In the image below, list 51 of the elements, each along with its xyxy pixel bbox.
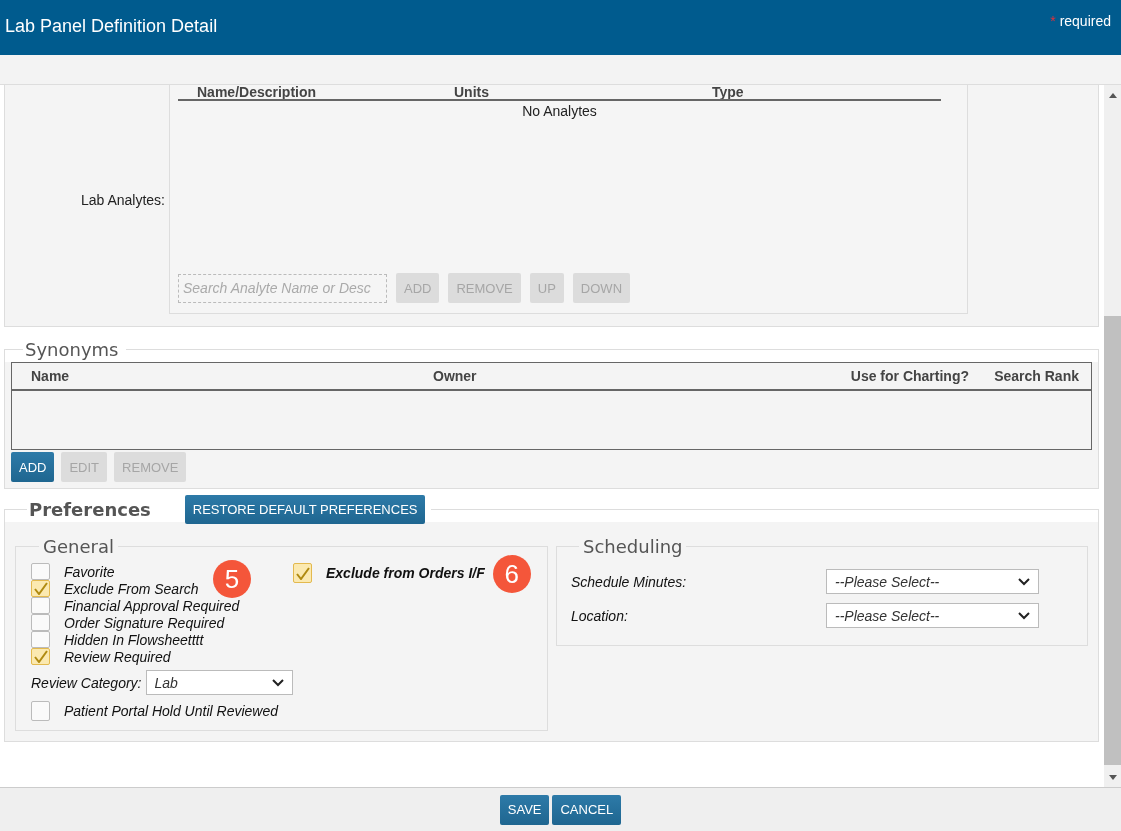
column-header: Units bbox=[454, 85, 490, 99]
option-label: Order Signature Required bbox=[64, 614, 225, 631]
chevron-down-icon bbox=[1018, 611, 1030, 620]
column-header: Search Rank bbox=[993, 369, 1080, 383]
section-title: General bbox=[42, 536, 115, 557]
field-label: Schedule Minutes: bbox=[571, 573, 687, 590]
option-label: Favorite bbox=[64, 563, 115, 580]
checkbox[interactable] bbox=[31, 631, 50, 648]
field-label: Lab Analytes: bbox=[79, 191, 166, 208]
scrollbar[interactable] bbox=[1104, 85, 1121, 787]
column-header: Use for Charting? bbox=[849, 369, 970, 383]
empty-message: No Analytes bbox=[521, 103, 598, 119]
action-button[interactable]: SAVE bbox=[499, 794, 550, 825]
checkbox[interactable] bbox=[293, 563, 312, 583]
action-button[interactable]: ADD bbox=[11, 452, 55, 482]
check-icon bbox=[33, 650, 48, 663]
section-title: Scheduling bbox=[582, 536, 684, 557]
callout-badge: 6 bbox=[492, 555, 531, 593]
chevron-down-icon bbox=[1018, 577, 1030, 586]
page-title: Lab Panel Definition Detail bbox=[5, 16, 218, 37]
chevron-down-icon bbox=[272, 678, 284, 687]
column-header: Name/Description bbox=[197, 85, 318, 99]
checkbox[interactable] bbox=[31, 580, 50, 597]
column-header: Type bbox=[712, 85, 745, 99]
option-label: Patient Portal Hold Until Reviewed bbox=[64, 703, 278, 719]
select-field[interactable]: --Please Select-- bbox=[826, 569, 1039, 594]
checkbox[interactable] bbox=[31, 563, 50, 580]
column-header: Name bbox=[31, 369, 71, 383]
option-label: Exclude From Search bbox=[64, 580, 199, 597]
check-icon bbox=[295, 566, 310, 580]
checkbox[interactable] bbox=[31, 614, 50, 631]
required-note: * required bbox=[1050, 13, 1111, 29]
restore-defaults-button[interactable]: RESTORE DEFAULT PREFERENCES bbox=[184, 495, 426, 524]
callout-badge: 5 bbox=[213, 560, 251, 598]
column-header: Owner bbox=[433, 369, 478, 383]
checkbox[interactable] bbox=[31, 701, 50, 721]
select-field[interactable]: Lab bbox=[145, 670, 293, 695]
scroll-down-icon[interactable] bbox=[1108, 774, 1117, 780]
option-label: Hidden In Flowsheetttt bbox=[64, 631, 204, 648]
field-label: Review Category: bbox=[31, 674, 142, 691]
field-label: Location: bbox=[571, 607, 628, 624]
search-field[interactable]: Search Analyte Name or Desc bbox=[178, 273, 387, 303]
action-button[interactable]: CANCEL bbox=[552, 794, 622, 825]
checkbox[interactable] bbox=[31, 648, 50, 665]
option-label: Financial Approval Required bbox=[64, 597, 240, 614]
scroll-up-icon[interactable] bbox=[1108, 92, 1117, 98]
option-label: Review Required bbox=[64, 648, 171, 665]
option-label: Exclude from Orders I/F bbox=[326, 565, 485, 581]
checkbox[interactable] bbox=[31, 597, 50, 614]
select-field[interactable]: --Please Select-- bbox=[826, 603, 1039, 628]
check-icon bbox=[33, 582, 48, 595]
